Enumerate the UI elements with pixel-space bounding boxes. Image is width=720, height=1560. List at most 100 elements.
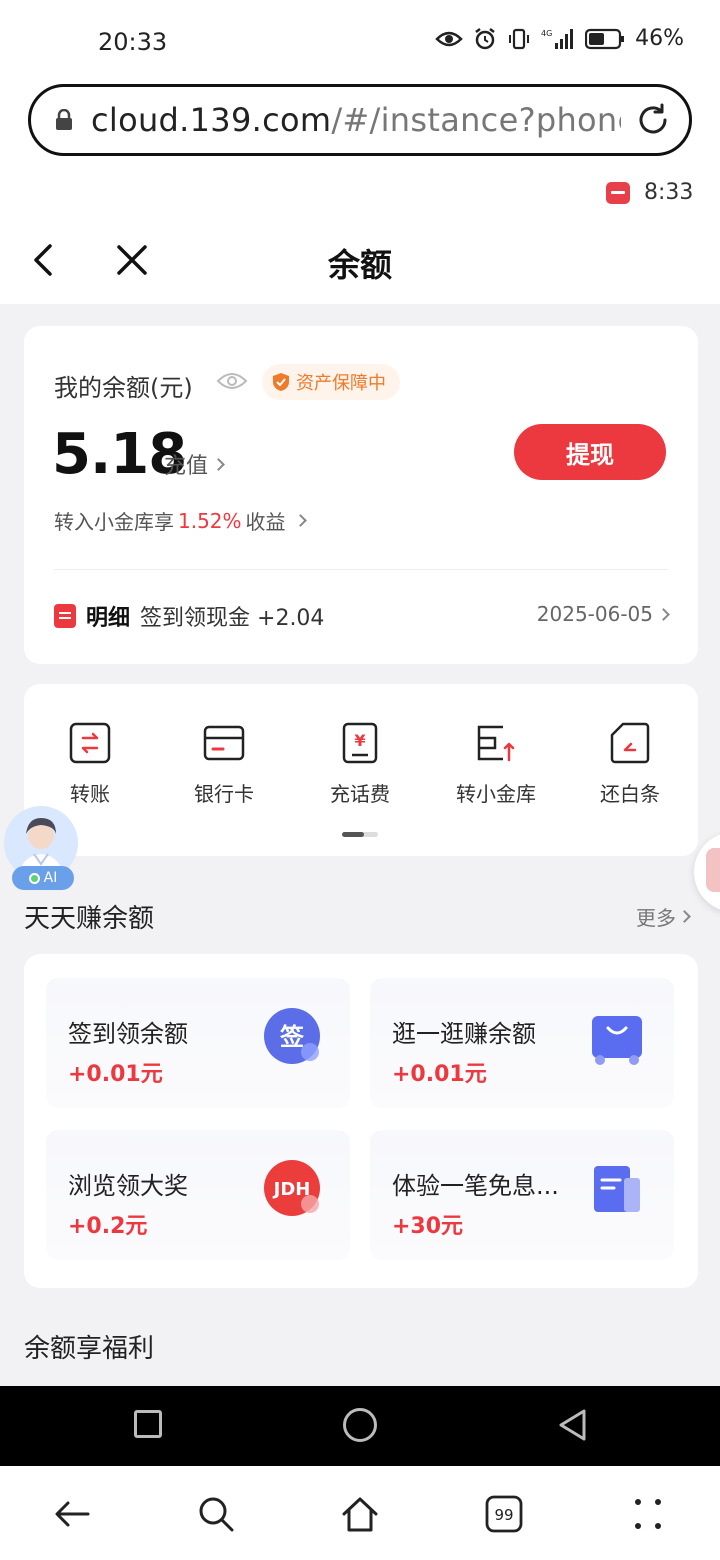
shortcut-bank-card[interactable]: 银行卡 bbox=[164, 722, 284, 807]
detail-date: 2025-06-05 bbox=[536, 602, 653, 626]
task-value: +0.01元 bbox=[68, 1062, 163, 1087]
vault-promo-link[interactable]: 转入小金库享 1.52% 收益 bbox=[54, 506, 307, 535]
task-name: 逛一逛赚余额 bbox=[392, 1020, 536, 1048]
page-title: 余额 bbox=[327, 246, 392, 284]
alarm-icon bbox=[475, 27, 495, 49]
shortcut-phone-bill[interactable]: ¥ 充话费 bbox=[300, 722, 420, 807]
balance-label: 我的余额(元) bbox=[54, 374, 193, 402]
detail-date-link[interactable]: 2025-06-05 bbox=[536, 602, 670, 626]
jdh-icon: JDH bbox=[264, 1160, 320, 1216]
url-host: cloud.139.com bbox=[91, 101, 332, 139]
home-icon[interactable] bbox=[340, 1494, 380, 1534]
task-sign-in[interactable]: 签到领余额 +0.01元 签 bbox=[46, 978, 350, 1108]
svg-text:¥: ¥ bbox=[354, 731, 365, 750]
shortcut-transfer[interactable]: 转账 bbox=[30, 722, 150, 807]
more-label: 更多 bbox=[636, 906, 676, 930]
page-time: 8:33 bbox=[644, 180, 694, 205]
shortcut-label: 充话费 bbox=[330, 782, 390, 806]
page-status-strip: 8:33 bbox=[0, 170, 720, 220]
tabs-icon[interactable]: 99 bbox=[484, 1494, 524, 1534]
ai-assistant-button[interactable]: AI bbox=[4, 806, 78, 890]
ai-label: AI bbox=[43, 870, 58, 886]
svg-text:99: 99 bbox=[494, 1506, 513, 1524]
chevron-right-icon bbox=[678, 910, 691, 923]
battery-percent: 46% bbox=[635, 26, 684, 51]
shortcut-panel: 转账 银行卡 ¥ 充话费 转小金库 还白条 bbox=[24, 684, 698, 856]
side-float-button[interactable] bbox=[694, 832, 720, 912]
address-bar[interactable]: cloud.139.com/#/instance?phone bbox=[28, 84, 692, 156]
shortcut-vault[interactable]: 转小金库 bbox=[436, 722, 556, 807]
vault-suffix: 收益 bbox=[245, 510, 286, 534]
signal-icon: 4G bbox=[541, 28, 574, 49]
vault-icon bbox=[477, 725, 515, 762]
chevron-right-icon bbox=[293, 514, 307, 527]
app-badge-icon bbox=[606, 182, 630, 204]
task-interest-free[interactable]: 体验一笔免息... +30元 bbox=[370, 1130, 674, 1260]
browser-address-area: cloud.139.com/#/instance?phone bbox=[0, 80, 720, 170]
benefits-section-title: 余额享福利 bbox=[24, 1334, 155, 1364]
phone-bill-icon: ¥ bbox=[342, 722, 378, 764]
shopping-bag-icon bbox=[592, 1016, 642, 1065]
lock-icon bbox=[56, 109, 72, 130]
status-icons: 4G 46% bbox=[435, 26, 684, 51]
shortcut-label: 还白条 bbox=[600, 782, 660, 806]
battery-icon bbox=[585, 28, 625, 49]
task-name: 签到领余额 bbox=[68, 1020, 188, 1048]
url-path: /#/instance?phone bbox=[331, 101, 621, 139]
shortcut-page-indicator bbox=[342, 832, 378, 837]
more-link[interactable]: 更多 bbox=[636, 902, 691, 931]
divider bbox=[54, 569, 668, 570]
earn-card: 签到领余额 +0.01元 签 逛一逛赚余额 +0.01元 浏览领大奖 +0.2元… bbox=[24, 954, 698, 1288]
sign-in-icon: 签 bbox=[264, 1008, 320, 1064]
asset-guard-badge[interactable]: 资产保障中 bbox=[262, 364, 400, 400]
shortcut-repay[interactable]: 还白条 bbox=[570, 722, 690, 807]
document-icon bbox=[594, 1166, 640, 1212]
detail-row[interactable]: 明细 签到领现金 +2.04 bbox=[54, 600, 324, 632]
earn-section-title: 天天赚余额 bbox=[24, 904, 155, 934]
task-browse-shop[interactable]: 逛一逛赚余额 +0.01元 bbox=[370, 978, 674, 1108]
svg-text:4G: 4G bbox=[541, 29, 552, 38]
vault-rate: 1.52% bbox=[178, 508, 242, 533]
recent-apps-button[interactable] bbox=[134, 1410, 162, 1438]
browser-toolbar: 99 bbox=[0, 1466, 720, 1560]
task-value: +0.01元 bbox=[392, 1062, 487, 1087]
status-time: 20:33 bbox=[98, 28, 168, 56]
status-bar: 20:33 4G 46% bbox=[0, 0, 720, 80]
vibrate-icon bbox=[509, 28, 530, 49]
browser-back-icon[interactable] bbox=[52, 1494, 92, 1534]
shortcut-label: 银行卡 bbox=[194, 782, 254, 806]
system-back-icon[interactable] bbox=[556, 1408, 590, 1442]
recharge-link[interactable]: 充值 bbox=[164, 448, 225, 480]
ai-tag: AI bbox=[12, 866, 74, 890]
repay-icon bbox=[610, 722, 650, 764]
url-text[interactable]: cloud.139.com/#/instance?phone bbox=[91, 101, 621, 139]
detail-text: 签到领现金 +2.04 bbox=[140, 606, 325, 631]
shortcut-label: 转小金库 bbox=[456, 782, 536, 806]
search-icon[interactable] bbox=[196, 1494, 236, 1534]
page-header: 余额 bbox=[0, 220, 720, 304]
recharge-label: 充值 bbox=[164, 454, 209, 479]
asset-guard-text: 资产保障中 bbox=[296, 373, 386, 394]
online-dot-icon bbox=[28, 872, 40, 884]
task-browse-prize[interactable]: 浏览领大奖 +0.2元 JDH bbox=[46, 1130, 350, 1260]
system-navigation-bar bbox=[0, 1386, 720, 1466]
more-menu-icon[interactable] bbox=[628, 1494, 668, 1534]
sign-in-icon-text: 签 bbox=[279, 1023, 305, 1051]
chevron-right-icon bbox=[657, 607, 670, 621]
detail-label: 明细 bbox=[86, 606, 131, 631]
eye-icon bbox=[435, 31, 463, 46]
bank-card-icon bbox=[203, 725, 245, 761]
transfer-icon bbox=[69, 722, 111, 764]
home-button[interactable] bbox=[343, 1408, 377, 1442]
shield-icon bbox=[273, 373, 289, 391]
task-value: +0.2元 bbox=[68, 1214, 148, 1239]
balance-card: 我的余额(元) 资产保障中 5.18 充值 提现 转入小金库享 1.52% 收益 明… bbox=[24, 326, 698, 664]
chevron-right-icon bbox=[212, 457, 225, 471]
task-name: 体验一笔免息... bbox=[392, 1172, 559, 1200]
withdraw-button[interactable]: 提现 bbox=[514, 424, 666, 480]
task-name: 浏览领大奖 bbox=[68, 1172, 188, 1200]
reload-icon[interactable] bbox=[635, 102, 671, 138]
eye-toggle-icon[interactable] bbox=[216, 370, 248, 392]
task-value: +30元 bbox=[392, 1214, 464, 1239]
shortcut-label: 转账 bbox=[70, 782, 110, 806]
